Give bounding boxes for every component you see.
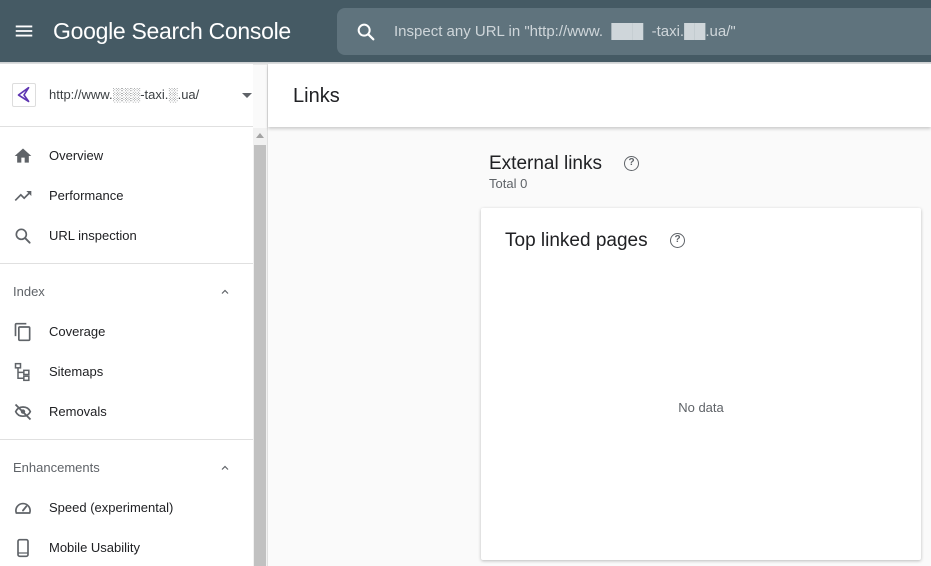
sidebar-divider <box>0 263 253 264</box>
empty-state-text: No data <box>678 400 724 415</box>
property-url: http://www.░░░-taxi.░.ua/ <box>49 87 200 102</box>
sidebar-item-label: Performance <box>49 188 124 203</box>
sidebar-item-mobile-usability[interactable]: Mobile Usability <box>0 528 253 566</box>
sidebar-item-sitemaps[interactable]: Sitemaps <box>0 352 253 392</box>
sidebar-border <box>267 64 268 566</box>
sidebar-divider <box>0 439 253 440</box>
sidebar-item-overview[interactable]: Overview <box>0 136 253 176</box>
sidebar-scrollbar[interactable] <box>253 128 267 566</box>
sidebar-item-performance[interactable]: Performance <box>0 176 253 216</box>
scroll-up-arrow-icon[interactable] <box>256 133 264 138</box>
sidebar-section-enhancements[interactable]: Enhancements <box>0 453 253 483</box>
url-inspection-search[interactable] <box>337 8 931 55</box>
section-label: Index <box>13 284 45 299</box>
page-header: Links <box>268 64 931 127</box>
sidebar: http://www.░░░-taxi.░.ua/ Overview Perfo… <box>0 64 253 566</box>
help-circle-icon[interactable]: ? <box>670 233 685 248</box>
sidebar-item-label: Overview <box>49 148 104 163</box>
chevron-up-icon[interactable] <box>219 462 231 474</box>
card-title: Top linked pages <box>505 230 648 251</box>
copy-pages-icon <box>14 322 31 342</box>
sidebar-item-label: Speed (experimental) <box>49 500 174 515</box>
app-logo[interactable]: Google Search Console <box>53 18 291 45</box>
scrollbar-thumb[interactable] <box>254 145 266 566</box>
search-input[interactable] <box>394 19 914 43</box>
eye-off-icon <box>14 403 32 421</box>
chevron-up-icon[interactable] <box>219 286 231 298</box>
sidebar-item-label: Mobile Usability <box>49 540 141 555</box>
sidebar-item-speed[interactable]: Speed (experimental) <box>0 488 253 528</box>
trending-up-icon <box>14 191 32 201</box>
sidebar-item-label: URL inspection <box>49 228 137 243</box>
sidebar-item-label: Coverage <box>49 324 106 339</box>
search-icon[interactable] <box>355 21 377 43</box>
sidebar-item-label: Removals <box>49 404 107 419</box>
section-label: Enhancements <box>13 460 100 475</box>
speedometer-icon <box>15 502 31 514</box>
top-linked-pages-card: Top linked pages ? No data <box>481 208 921 560</box>
chevron-down-icon[interactable] <box>242 93 252 98</box>
external-links-total: Total 0 <box>489 176 528 191</box>
property-selector[interactable]: http://www.░░░-taxi.░.ua/ <box>0 64 253 127</box>
smartphone-icon <box>17 538 29 558</box>
property-arrow-icon <box>17 86 30 103</box>
sidebar-section-index[interactable]: Index <box>0 277 253 307</box>
property-icon <box>12 83 36 107</box>
sidebar-item-coverage[interactable]: Coverage <box>0 312 253 352</box>
external-links-title: External links <box>489 153 602 174</box>
search-icon <box>15 228 31 244</box>
top-app-bar: Google Search Console <box>0 0 931 62</box>
help-circle-icon[interactable]: ? <box>624 156 639 171</box>
home-icon <box>14 148 32 163</box>
sidebar-item-removals[interactable]: Removals <box>0 392 253 432</box>
sitemap-icon <box>14 362 30 382</box>
page-title: Links <box>293 85 340 107</box>
sidebar-item-label: Sitemaps <box>49 364 104 379</box>
sidebar-item-url-inspection[interactable]: URL inspection <box>0 216 253 256</box>
hamburger-menu-icon[interactable] <box>13 20 35 42</box>
